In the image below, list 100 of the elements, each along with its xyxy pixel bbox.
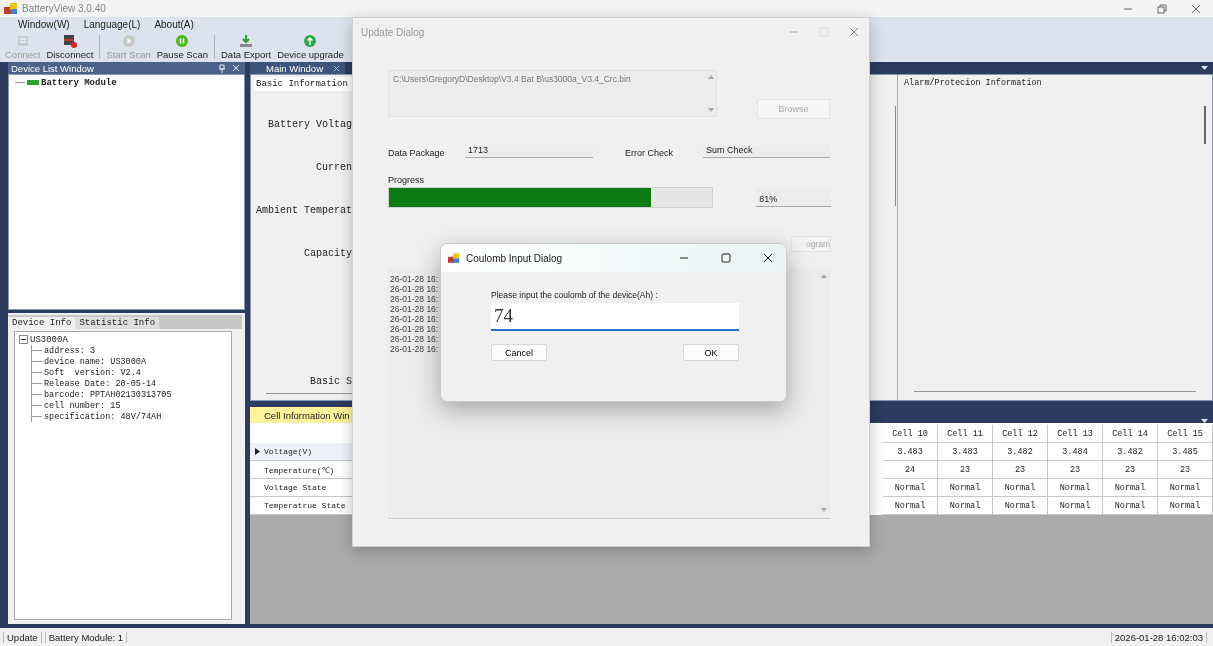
table-cell: Normal [993,497,1048,515]
info-tab[interactable]: Statistic Info [75,317,160,329]
column-header: Cell 11 [938,425,993,443]
error-check-field: Sum Check [703,145,830,158]
close-icon [763,253,773,263]
device-item[interactable]: Battery Module [41,77,117,88]
table-cell: Normal [1048,497,1103,515]
table-cell: 23 [938,461,993,479]
column-header: Cell 10 [883,425,938,443]
device-icon [62,34,77,48]
dialog-button[interactable]: OK [683,344,739,361]
menu-item[interactable]: Language(L) [83,19,141,30]
prompt-text: Please input the coulomb of the device(Ah) : [491,290,659,300]
tree-item: Soft version: V2.4 [44,367,141,378]
toolbar-button[interactable]: Pause Scan [153,32,211,62]
table-cell: 23 [1103,461,1158,479]
tree-item[interactable]: US3000A [30,334,68,345]
log-line: 26-01-28 16: [390,274,439,284]
document-tab[interactable]: Main Window [250,62,346,74]
table-cell: Normal [883,497,938,515]
table-cell: 3.483 [883,443,938,461]
row-header: Voltage State [264,483,327,492]
log-line: 26-01-28 16: [390,304,439,314]
column-header: Cell 14 [1103,425,1158,443]
scroll-up-icon[interactable] [708,75,714,79]
table-cell: Normal [938,479,993,497]
row-header: Temperature(℃) [264,465,335,475]
dialog-button[interactable]: Cancel [491,344,547,361]
scroll-up-icon[interactable] [821,274,827,278]
close-icon[interactable] [232,64,240,72]
tree-item: device name: US3000A [44,356,147,367]
window-title: BatteryView 3.0.40 [22,3,106,14]
field-label: Progress [388,175,425,185]
status-text: Battery Module: 1 [44,631,128,643]
table-cell: Normal [883,479,938,497]
file-path-field[interactable]: C:\Users\GregoryD\Desktop\V3.4 Bat B\us3000a_V3.4_Crc.bin [388,70,717,117]
table-cell: 23 [993,461,1048,479]
tree-item: cell number: 15 [44,400,121,411]
log-line: 26-01-28 16: [390,294,439,304]
field-label: Curren [316,162,352,173]
table-cell: 3.482 [993,443,1048,461]
collapse-icon[interactable] [19,335,28,344]
play-icon [121,34,136,48]
dropdown-icon[interactable] [1201,66,1208,70]
log-line: 26-01-28 16: [390,344,439,354]
app-icon [4,2,18,15]
status-text: Update [3,631,42,643]
tree-item: address: 3 [44,345,95,356]
field-label: Error Check [625,148,674,158]
restore-icon [1157,3,1167,14]
table-cell: 23 [1048,461,1103,479]
field-label: Ambient Temperat [256,205,352,216]
log-line: 26-01-28 16: [390,284,439,294]
dialog-title: Update Dialog [361,26,425,38]
pause-icon [175,34,190,48]
field-label: Battery Voltag [268,119,352,130]
toolbar-button[interactable]: Disconnect [43,32,97,62]
log-line: 26-01-28 16: [390,314,439,324]
scroll-down-icon[interactable] [821,508,827,512]
column-header: Cell 13 [1048,425,1103,443]
column-header: Cell 15 [1158,425,1213,443]
scroll-down-icon[interactable] [708,108,714,112]
row-header: Temperatrue State [264,501,346,510]
menu-item[interactable]: About(A) [154,19,194,30]
data-package-field: 1713 [465,145,593,158]
pane-header: Device List Window [8,62,245,74]
table-cell: 3.482 [1103,443,1158,461]
menu-item[interactable]: Window(W) [18,19,70,30]
info-tab[interactable]: Device Info [8,317,76,329]
row-header: Voltage(V) [264,447,312,456]
tree-item: specification: 48V/74AH [44,411,162,422]
field-label: Capacity [304,248,352,259]
close-icon [1191,3,1201,14]
current-row-icon [255,448,260,455]
table-cell: Normal [1103,479,1158,497]
maximize-icon [721,253,731,263]
table-cell: 3.485 [1158,443,1213,461]
table-cell: 3.484 [1048,443,1103,461]
field-label: Basic S [310,376,352,387]
tree-item: Release Date: 20-05-14 [44,378,157,389]
close-icon[interactable] [333,64,341,72]
table-cell: Normal [1103,497,1158,515]
log-line: 26-01-28 16: [390,324,439,334]
toolbar-button[interactable]: Data Export [218,32,275,62]
battery-icon [27,80,39,85]
table-cell: Normal [1048,479,1103,497]
coulomb-input[interactable]: 74 [491,303,739,331]
column-header: Cell 12 [993,425,1048,443]
panel-title: Alarm/Protecion Information [904,78,1043,88]
table-cell: Normal [993,479,1048,497]
upload-icon [303,34,318,48]
app-icon [448,252,460,264]
status-clock: 2026-01-28 16:02:03 [1110,631,1207,643]
table-cell: 24 [883,461,938,479]
close-icon [849,27,859,37]
toolbar-button[interactable]: Device upgrade [274,32,347,62]
dialog-title: Coulomb Input Dialog [466,252,563,264]
table-cell: 23 [1158,461,1213,479]
pin-icon[interactable] [218,63,226,73]
table-cell: Normal [1158,479,1213,497]
